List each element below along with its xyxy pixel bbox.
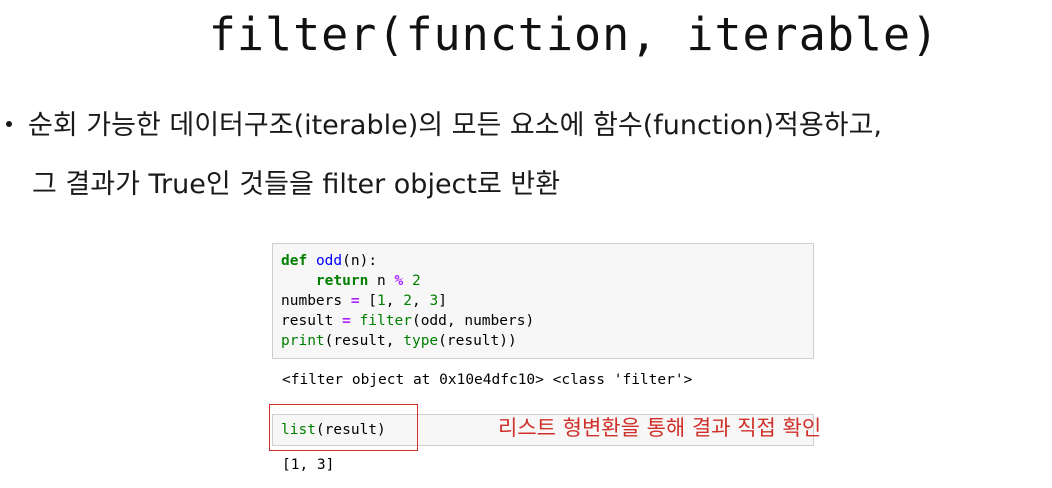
keyword-def: def [281, 253, 308, 269]
code-text: (odd, numbers) [411, 313, 535, 329]
bullet-line-2: 그 결과가 True인 것들을 filter object로 반환 [32, 169, 561, 200]
number: 2 [411, 273, 421, 289]
cell-output-2: [1, 3] [282, 457, 335, 473]
bullet-text-1: 순회 가능한 데이터구조(iterable)의 모든 요소에 함수(functi… [28, 110, 882, 141]
number: 1 [377, 293, 386, 309]
code-text: numbers [281, 293, 351, 309]
code-text: , [385, 293, 404, 309]
code-line-4: result = filter(odd, numbers) [281, 311, 805, 331]
bullet-line-1: 순회 가능한 데이터구조(iterable)의 모든 요소에 함수(functi… [6, 103, 882, 142]
code-text: , [411, 293, 430, 309]
keyword-return: return [315, 273, 369, 289]
builtin-function: filter [359, 313, 412, 329]
operator: = [342, 313, 351, 329]
code-cell-filter-example[interactable]: def odd(n): return n % 2 numbers = [1, 2… [272, 243, 814, 359]
annotation-text: 리스트 형변환을 통해 결과 직접 확인 [498, 416, 822, 440]
bullet-dot [6, 120, 12, 127]
highlight-box [269, 404, 418, 451]
builtin-function: type [403, 333, 439, 349]
code-text: (n): [342, 253, 378, 269]
code-text: ] [438, 293, 447, 309]
code-text: n [368, 273, 395, 289]
code-text: [ [359, 293, 378, 309]
number: 2 [403, 293, 412, 309]
code-line-3: numbers = [1, 2, 3] [281, 291, 805, 311]
code-line-1: def odd(n): [281, 251, 805, 271]
cell-output-1: <filter object at 0x10e4dfc10> <class 'f… [282, 372, 693, 388]
code-text: (result, [324, 333, 404, 349]
operator: % [394, 273, 404, 289]
number: 3 [429, 293, 439, 309]
code-text: result [281, 313, 343, 329]
function-name: odd [315, 253, 343, 269]
slide-title: filter(function, iterable) [208, 8, 940, 61]
code-line-2: return n % 2 [281, 271, 805, 291]
builtin-function: print [281, 333, 325, 349]
code-text: (result)) [438, 333, 517, 349]
code-line-5: print(result, type(result)) [281, 331, 805, 351]
operator: = [350, 293, 360, 309]
